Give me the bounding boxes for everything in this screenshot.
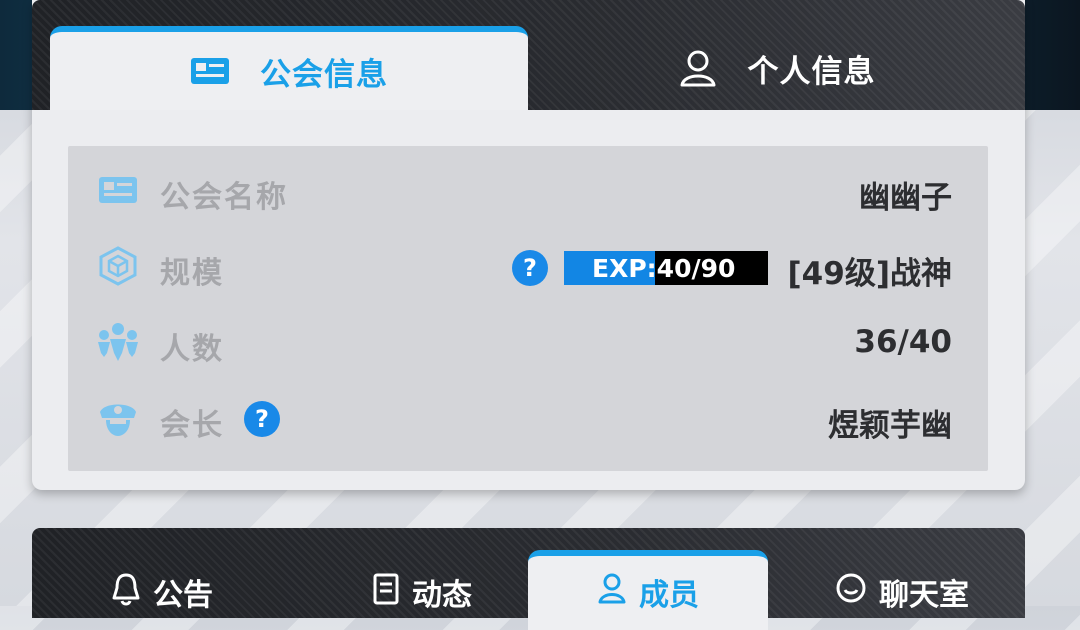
exp-progress-bar: EXP:40/90 xyxy=(564,251,768,285)
exp-group: ? EXP:40/90 xyxy=(512,250,768,286)
cube-icon xyxy=(96,246,140,286)
person-icon xyxy=(597,572,627,604)
people-group-icon xyxy=(96,322,140,362)
guild-name-label: 公会名称 xyxy=(160,180,288,215)
tab-guild-info[interactable]: 公会信息 xyxy=(50,26,528,110)
guild-members-value: 36/40 xyxy=(854,324,952,360)
leader-help-button[interactable]: ? xyxy=(244,401,280,437)
tab-personal-info-label: 个人信息 xyxy=(747,53,876,90)
guild-info-card: 公会信息 个人信息 公会名称 幽幽子 规模 ? EXP:40/90 [49级]战… xyxy=(32,0,1025,490)
tab-members-label: 成员 xyxy=(639,578,699,613)
tab-notice-label: 公告 xyxy=(153,578,213,613)
row-guild-leader: 会长 ? 煜颖芋幽 xyxy=(68,388,988,448)
tab-news-label: 动态 xyxy=(412,578,472,613)
guild-leader-label: 会长 xyxy=(160,408,224,443)
guild-scale-label: 规模 xyxy=(160,256,224,291)
tab-guild-info-label: 公会信息 xyxy=(260,56,388,93)
id-card-icon xyxy=(190,57,230,85)
guild-members-label: 人数 xyxy=(160,332,224,367)
tab-chat[interactable]: 聊天室 xyxy=(792,550,1012,630)
tab-news[interactable]: 动态 xyxy=(332,550,512,630)
bell-icon xyxy=(111,572,141,606)
tab-notice[interactable]: 公告 xyxy=(72,550,252,630)
top-tab-bar: 公会信息 个人信息 xyxy=(32,0,1025,110)
document-icon xyxy=(372,572,400,606)
row-guild-scale: 规模 ? EXP:40/90 [49级]战神 xyxy=(68,236,988,296)
id-card-icon xyxy=(96,170,140,210)
tab-chat-label: 聊天室 xyxy=(879,578,969,613)
bottom-tab-bar: 公告 动态 成员 聊天室 xyxy=(32,528,1025,630)
guild-info-panel: 公会名称 幽幽子 规模 ? EXP:40/90 [49级]战神 人数 36/40… xyxy=(68,146,988,471)
tab-personal-info[interactable]: 个人信息 xyxy=(528,26,1025,110)
guild-name-value: 幽幽子 xyxy=(859,180,952,216)
row-guild-name: 公会名称 幽幽子 xyxy=(68,160,988,220)
exp-text: EXP:40/90 xyxy=(592,253,736,283)
row-guild-members: 人数 36/40 xyxy=(68,312,988,372)
scale-help-button[interactable]: ? xyxy=(512,250,548,286)
chat-bubble-icon xyxy=(835,572,867,604)
tab-members[interactable]: 成员 xyxy=(528,550,768,630)
guild-level-value: [49级]战神 xyxy=(787,256,952,292)
leader-cap-icon xyxy=(96,398,140,438)
person-icon xyxy=(678,49,718,87)
guild-leader-value: 煜颖芋幽 xyxy=(828,408,952,444)
